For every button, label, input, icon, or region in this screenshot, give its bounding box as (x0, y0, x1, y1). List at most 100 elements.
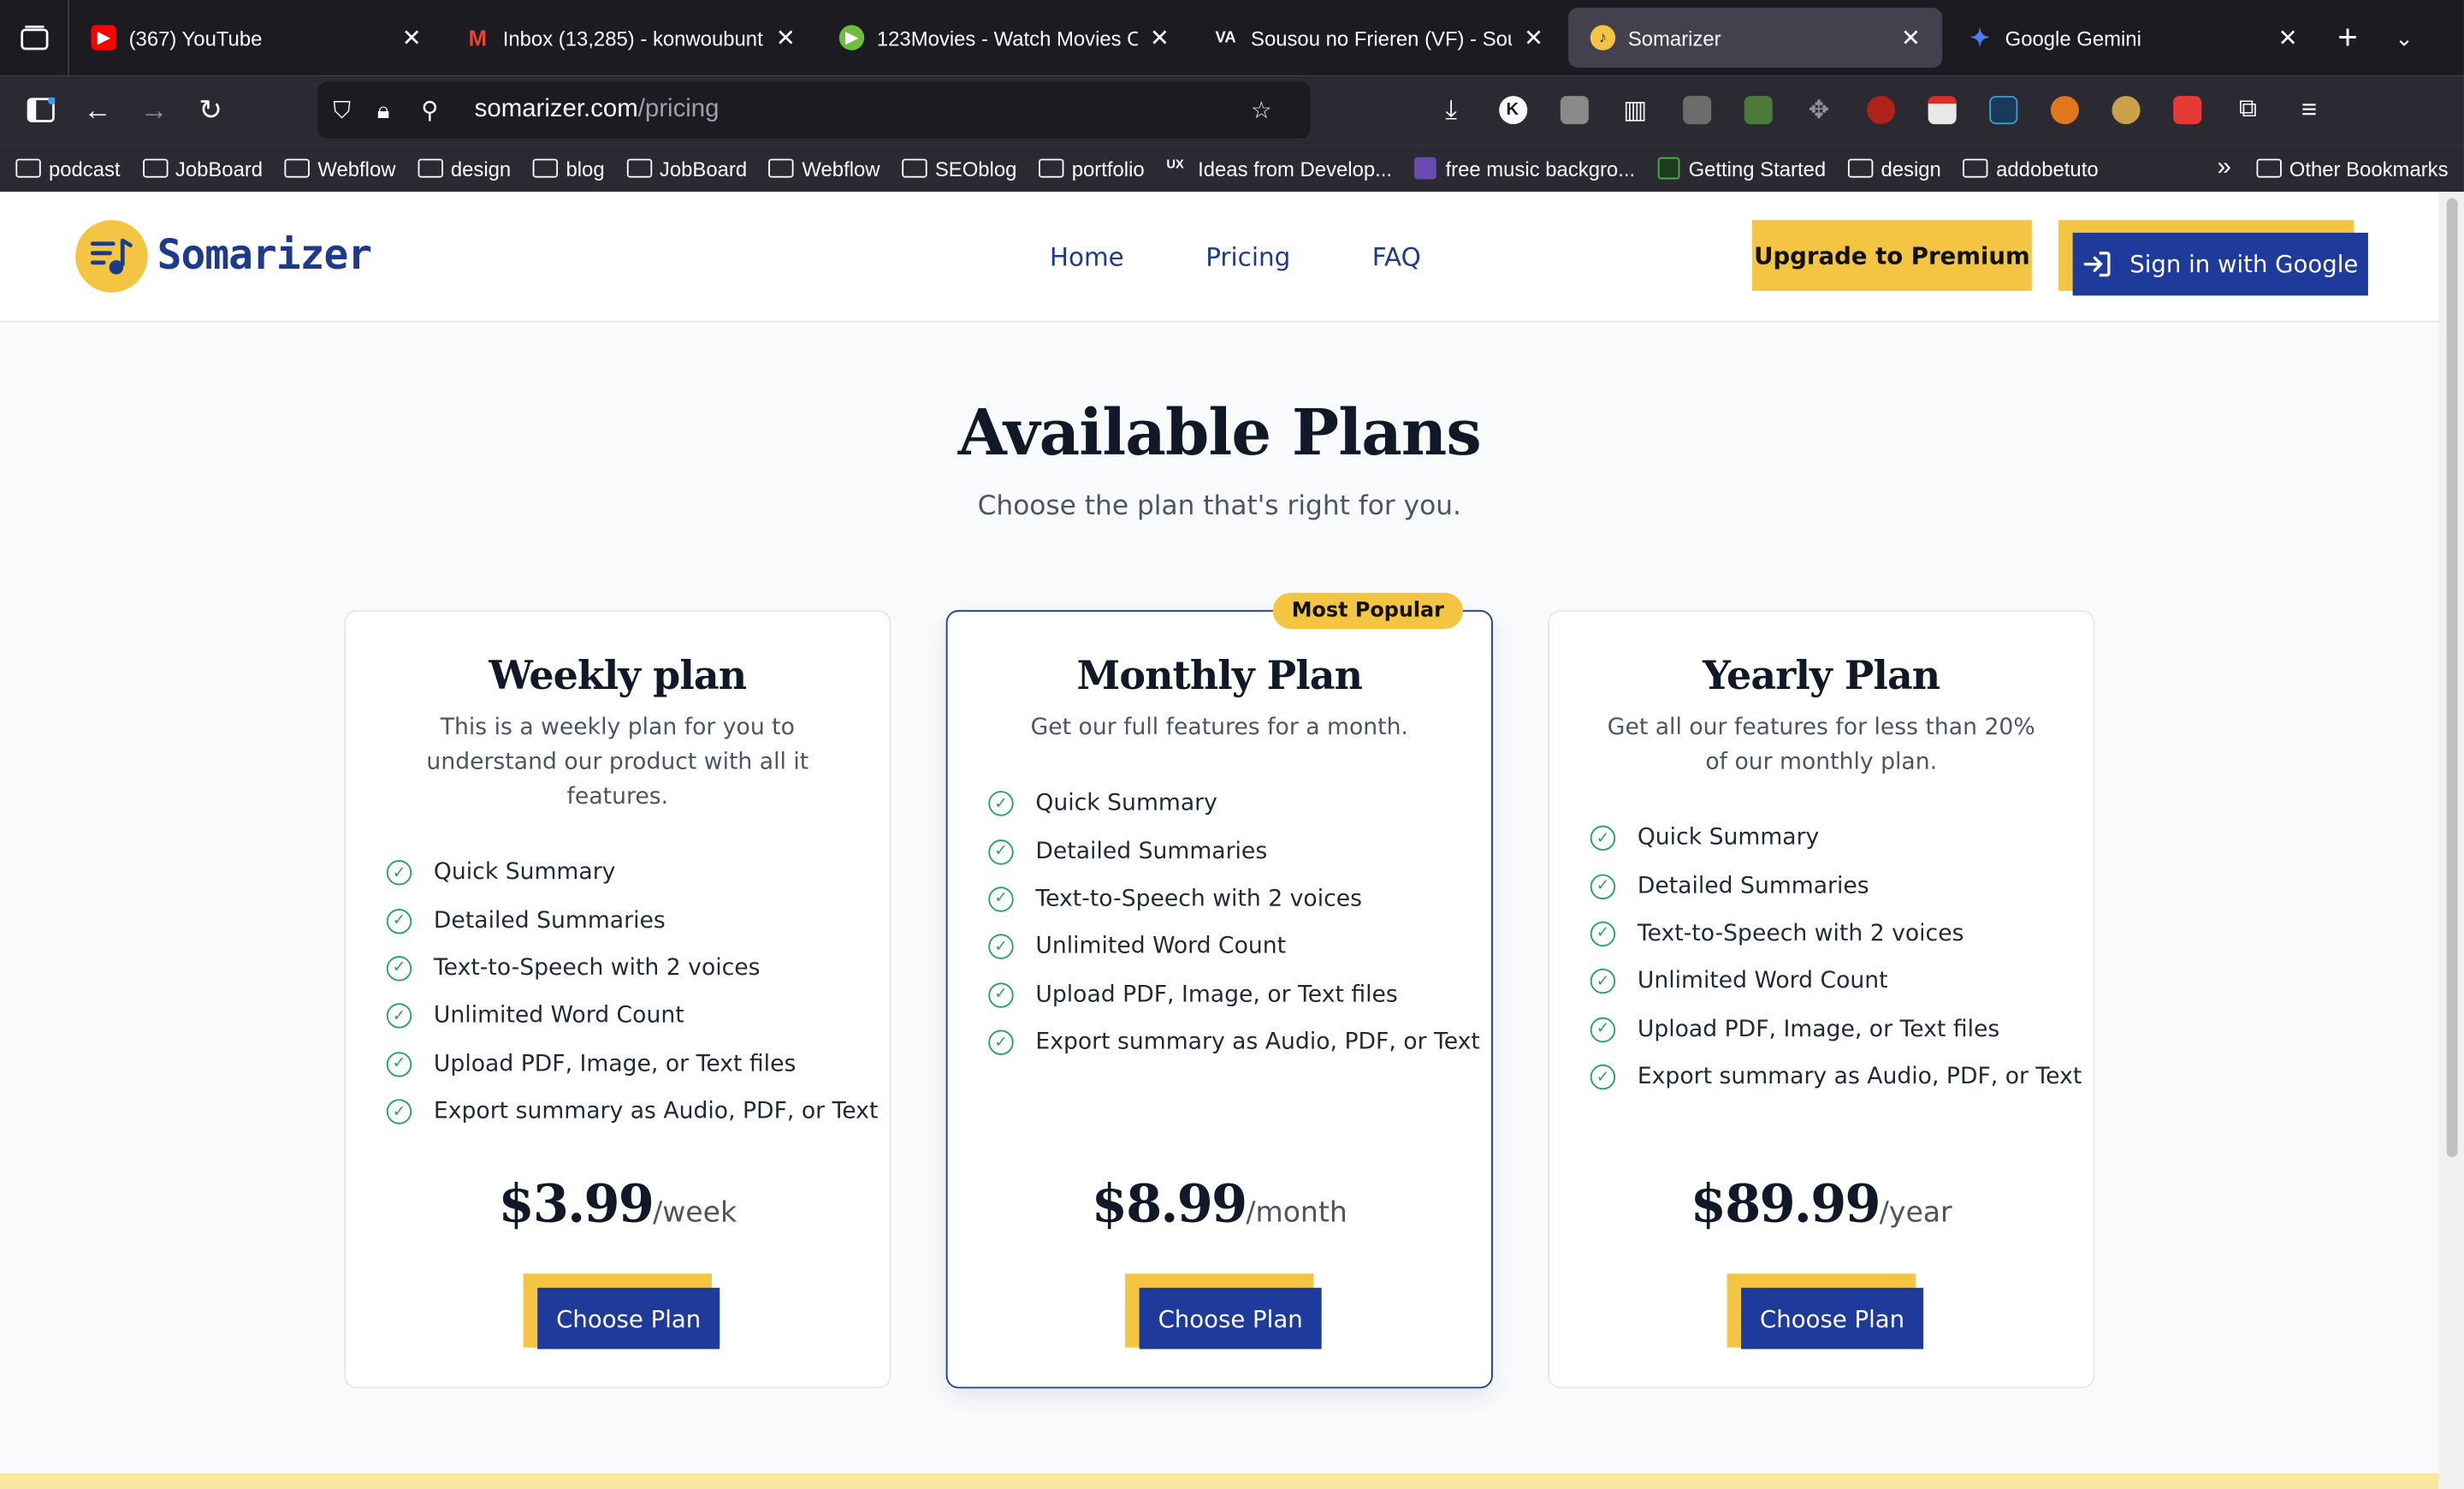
extension-cube-icon[interactable] (1543, 85, 1605, 135)
check-circle-icon: ✓ (988, 1029, 1014, 1056)
check-circle-icon: ✓ (988, 791, 1014, 816)
extension-k-icon[interactable]: K (1482, 85, 1543, 135)
close-icon[interactable]: ✕ (1521, 24, 1546, 51)
extension-n-icon[interactable] (1972, 85, 2034, 135)
bookmark-star-icon[interactable]: ☆ (1251, 96, 1294, 124)
scrollbar-thumb[interactable] (2446, 198, 2458, 1158)
feature-item: ✓ Detailed Summaries (386, 897, 890, 945)
feature-item: ✓ Unlimited Word Count (1590, 958, 2094, 1006)
close-icon[interactable]: ✕ (773, 24, 798, 51)
close-icon[interactable]: ✕ (1898, 24, 1923, 51)
tab-title: Google Gemini (2005, 26, 2141, 50)
chevron-right-icon[interactable]: » (2217, 154, 2230, 182)
lock-icon[interactable]: 🔒︎ (377, 97, 421, 123)
music-note-icon (75, 220, 148, 293)
nav-faq[interactable]: FAQ (1372, 242, 1421, 272)
extension-money-icon[interactable] (1666, 85, 1727, 135)
tab-gmail[interactable]: M Inbox (13,285) - konwoubuntu@ ✕ (443, 0, 817, 75)
nav-home[interactable]: Home (1050, 242, 1124, 272)
sign-in-button[interactable]: Sign in with Google (2072, 232, 2368, 296)
bookmark-item[interactable]: Getting Started (1656, 156, 1827, 181)
folder-icon (15, 158, 41, 178)
feature-item: ✓ Text-to-Speech with 2 voices (1590, 910, 2094, 958)
chevron-down-icon[interactable]: ⌄ (2376, 24, 2432, 50)
price-period: /year (1879, 1196, 1952, 1230)
feature-item: ✓ Detailed Summaries (988, 828, 1491, 875)
bookmark-item[interactable]: podcast (15, 157, 121, 180)
bookmark-item[interactable]: SEOblog (902, 157, 1016, 180)
reload-icon[interactable]: ↻ (182, 85, 239, 135)
page-scrollbar[interactable] (2438, 192, 2464, 1489)
close-icon[interactable]: ✕ (400, 24, 424, 51)
extension-calendar-icon[interactable] (1910, 85, 1972, 135)
upgrade-button[interactable]: Upgrade to Premium (1751, 220, 2032, 291)
bookmark-item[interactable]: free music backgro... (1413, 157, 1635, 180)
extension-grid-icon[interactable]: ▥ (1604, 85, 1666, 135)
folder-icon (768, 158, 795, 178)
extension-leaf-icon[interactable] (1727, 85, 1789, 135)
bookmark-item[interactable]: portfolio (1039, 157, 1145, 180)
extension-color-icon[interactable] (2156, 85, 2218, 135)
plan-card-yearly: Yearly Plan Get all our features for les… (1548, 609, 2095, 1389)
check-circle-icon: ✓ (386, 1051, 412, 1077)
tab-somarizer[interactable]: ♪ Somarizer ✕ (1568, 8, 1943, 68)
back-icon[interactable]: ← (69, 85, 126, 135)
folder-icon (1963, 158, 1988, 178)
close-icon[interactable]: ✕ (1147, 24, 1172, 51)
bookmark-label: JobBoard (659, 156, 748, 181)
feature-label: Upload PDF, Image, or Text files (1637, 1017, 2000, 1042)
check-circle-icon: ✓ (386, 860, 412, 886)
feature-label: Text-to-Speech with 2 voices (1637, 921, 1964, 947)
tab-bar: ▶ (367) YouTube ✕ M Inbox (13,285) - kon… (0, 0, 2464, 76)
forward-icon[interactable]: → (126, 85, 182, 135)
sign-in-google[interactable]: Sign in with Google (2058, 220, 2370, 299)
extension-move-icon[interactable]: ✥ (1788, 85, 1850, 135)
close-icon[interactable]: ✕ (2276, 24, 2301, 51)
bookmark-label: Getting Started (1688, 156, 1827, 181)
brand-logo[interactable]: Somarizer (75, 220, 372, 293)
download-icon[interactable]: ⤓ (1420, 85, 1482, 135)
other-bookmarks[interactable]: Other Bookmarks (2256, 157, 2449, 180)
tab-overview-icon[interactable] (0, 0, 69, 76)
shield-icon[interactable]: ⛉ (333, 97, 376, 123)
bookmark-item[interactable]: JobBoard (626, 156, 748, 181)
extension-owl-icon[interactable] (2094, 85, 2156, 135)
tab-frieren[interactable]: VA Sousou no Frieren (VF) - Sousou ✕ (1191, 0, 1565, 75)
choose-plan-button[interactable]: Choose Plan (1741, 1287, 1924, 1350)
tab-gemini[interactable]: ✦ Google Gemini ✕ (1946, 0, 2319, 75)
bookmark-item[interactable]: JobBoard (142, 157, 263, 180)
bookmark-item[interactable]: design (418, 157, 511, 180)
sidebar-icon[interactable] (13, 85, 69, 135)
nav-pricing[interactable]: Pricing (1205, 242, 1290, 272)
bookmark-item[interactable]: UX Ideas from Develop... (1166, 157, 1392, 181)
choose-plan-weekly[interactable]: Choose Plan (523, 1273, 720, 1352)
bookmark-item[interactable]: blog (532, 157, 605, 180)
check-circle-icon: ✓ (1590, 873, 1616, 899)
somarizer-icon: ♪ (1590, 25, 1616, 50)
new-tab-icon[interactable]: + (2319, 17, 2376, 58)
footer-band (0, 1473, 2439, 1489)
choose-plan-button[interactable]: Choose Plan (1139, 1287, 1322, 1350)
feature-item: ✓ Export summary as Audio, PDF, or Text (386, 1088, 890, 1136)
address-bar[interactable]: ⛉ 🔒︎ ⚲ somarizer.com/pricing ☆ (317, 81, 1311, 139)
metamask-icon[interactable] (2034, 85, 2095, 135)
feature-label: Detailed Summaries (1035, 839, 1268, 864)
feature-label: Detailed Summaries (433, 908, 666, 934)
choose-plan-yearly[interactable]: Choose Plan (1727, 1273, 1924, 1352)
permissions-icon[interactable]: ⚲ (421, 96, 465, 124)
choose-plan-button[interactable]: Choose Plan (537, 1287, 720, 1350)
extensions-icon[interactable]: ⧉ (2218, 85, 2279, 135)
url-text[interactable]: somarizer.com/pricing (475, 96, 1251, 124)
menu-icon[interactable]: ≡ (2278, 85, 2340, 135)
ublock-icon[interactable] (1850, 85, 1911, 135)
bookmark-item[interactable]: Webflow (284, 156, 396, 181)
tab-youtube[interactable]: ▶ (367) YouTube ✕ (69, 0, 443, 75)
plan-card-weekly: Weekly plan This is a weekly plan for yo… (344, 609, 891, 1389)
bookmark-item[interactable]: design (1847, 157, 1941, 180)
choose-plan-monthly[interactable]: Choose Plan (1125, 1273, 1322, 1352)
bookmark-item[interactable]: addobetuto (1963, 157, 2099, 180)
tab-123movies[interactable]: ▶ 123Movies - Watch Movies Onl ✕ (817, 0, 1191, 75)
bookmark-item[interactable]: Webflow (768, 157, 880, 180)
bookmark-label: Webflow (317, 156, 396, 181)
url-path: /pricing (637, 96, 720, 123)
